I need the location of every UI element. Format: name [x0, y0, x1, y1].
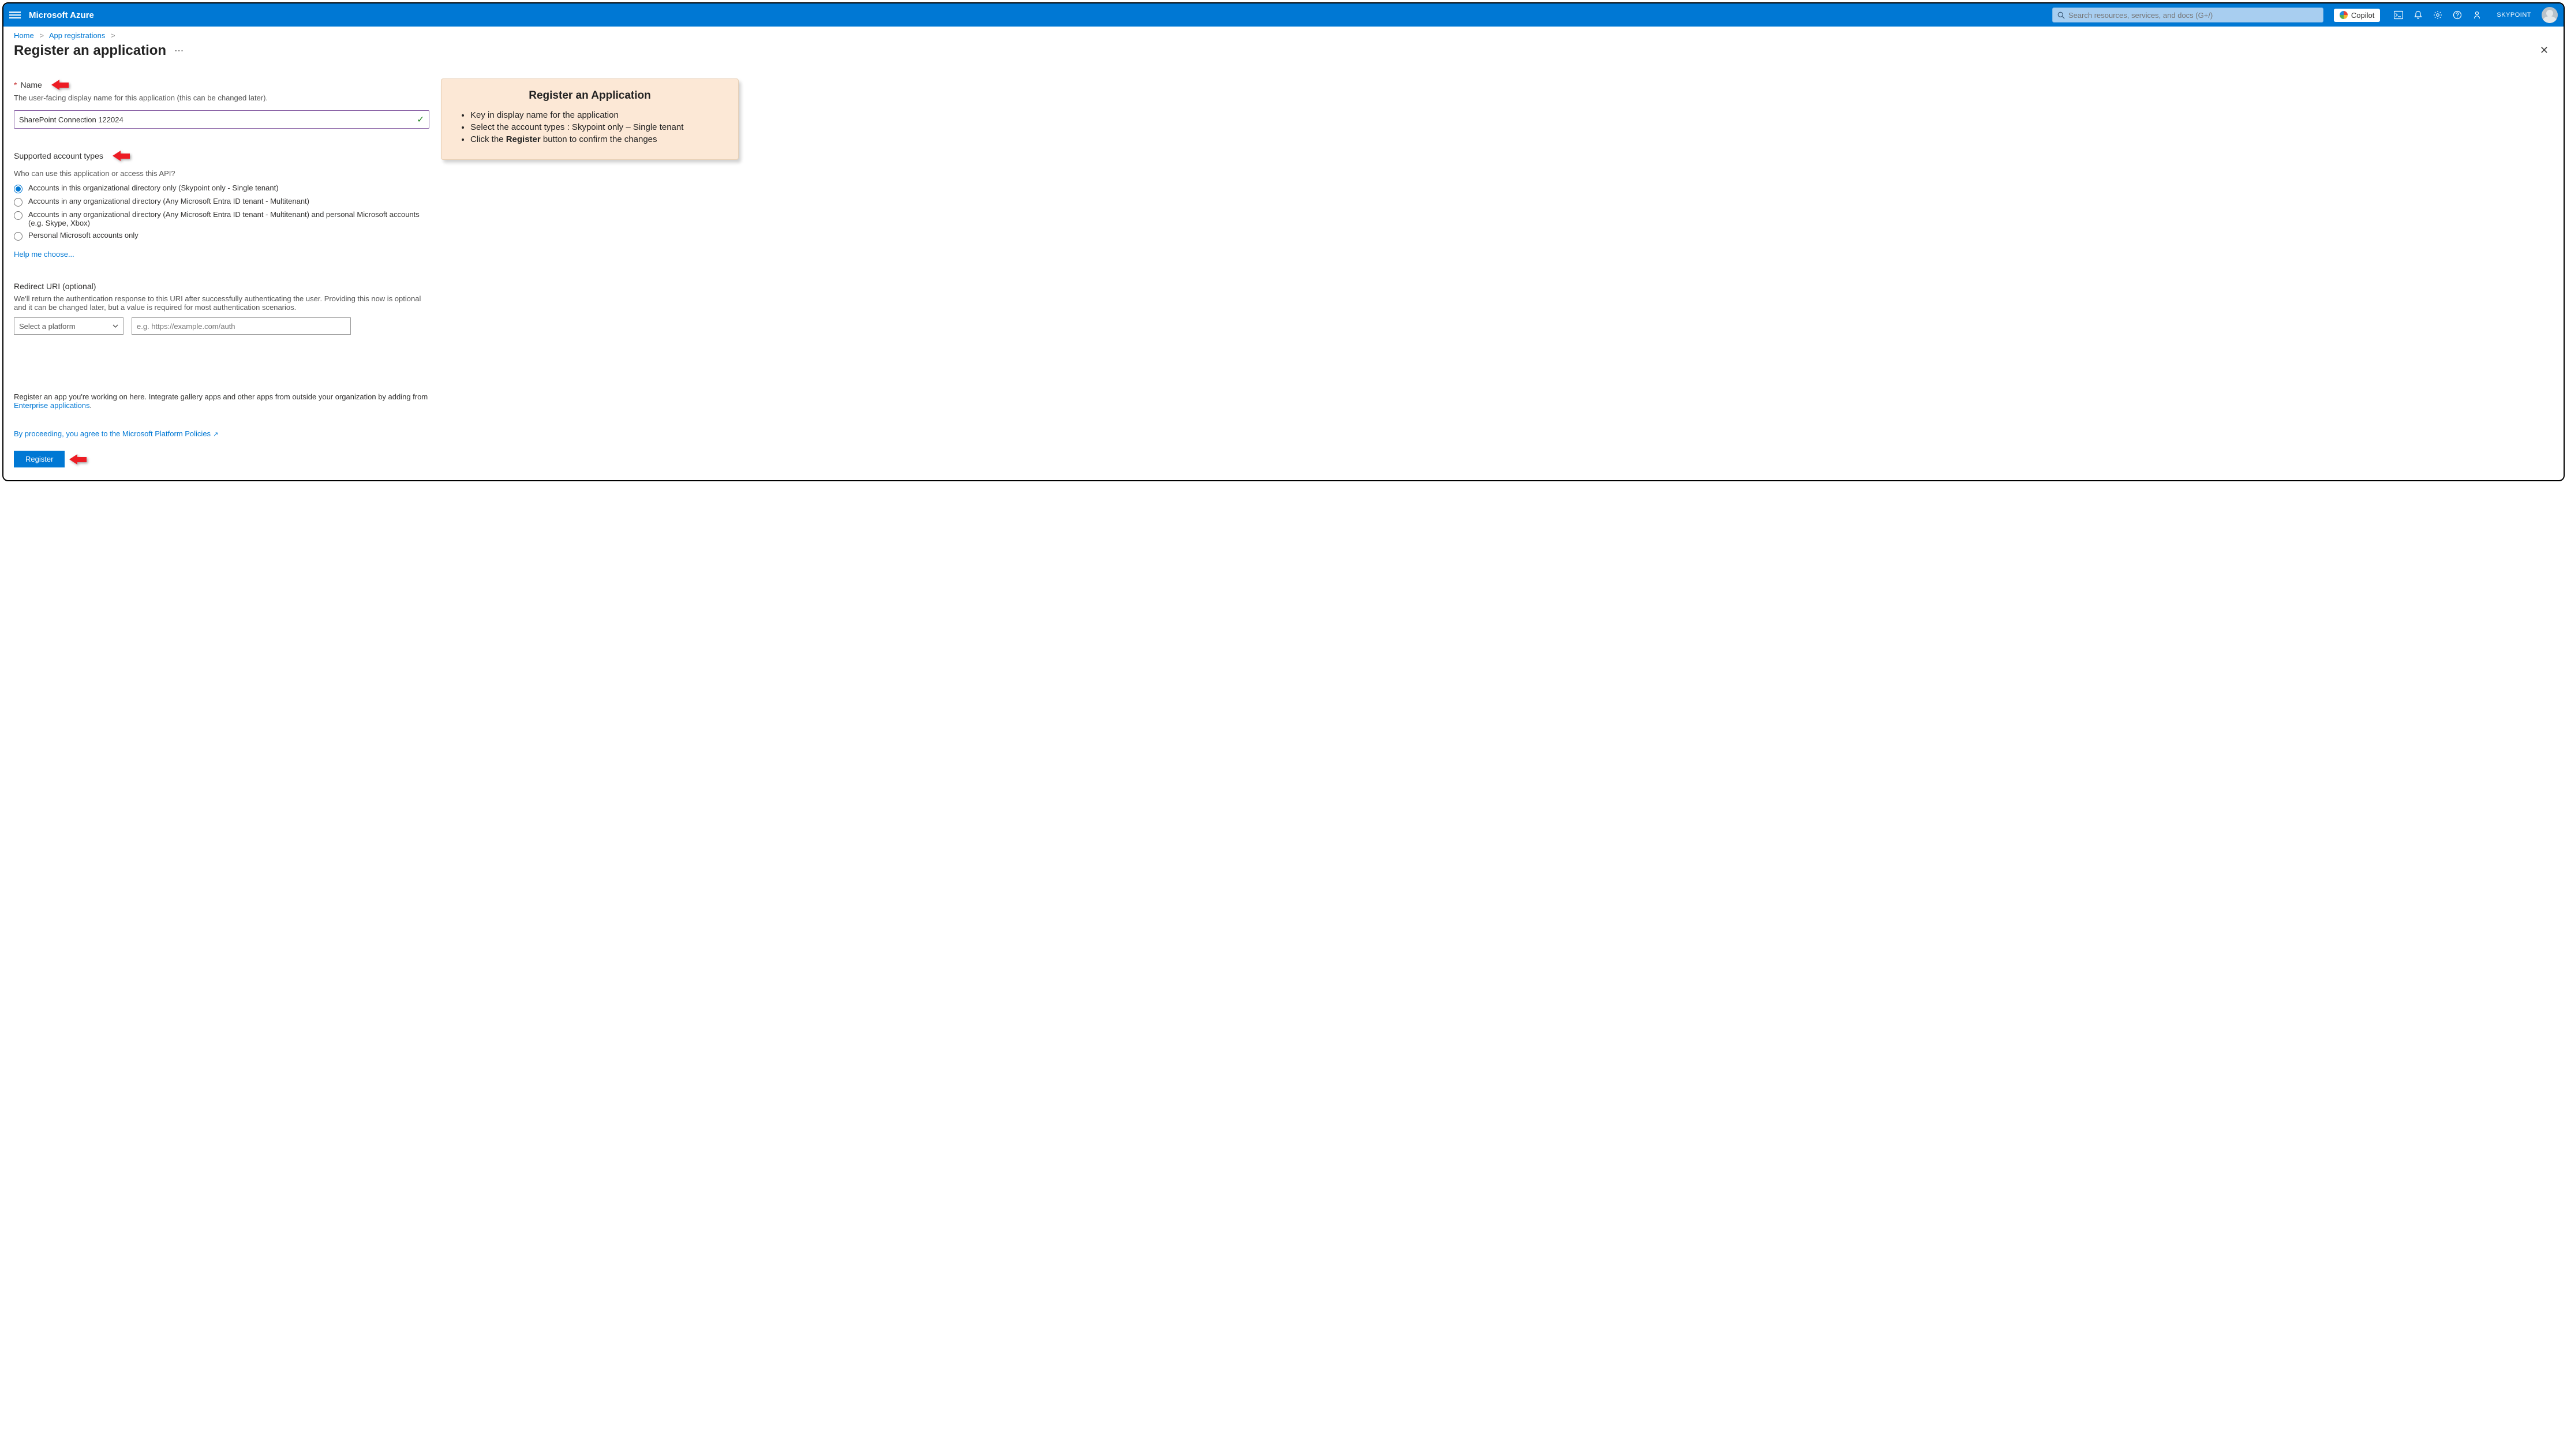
account-type-radio-personal-only[interactable]	[14, 232, 23, 241]
account-types-label: Supported account types	[14, 151, 441, 161]
close-blade-button[interactable]: ✕	[2535, 42, 2553, 59]
azure-topbar: Microsoft Azure Copilot SKYPOINT	[3, 3, 2564, 27]
cloud-shell-icon[interactable]	[2394, 10, 2403, 20]
annotation-arrow-icon	[51, 80, 69, 90]
external-link-icon: ↗	[213, 431, 218, 438]
redirect-uri-label: Redirect URI (optional)	[14, 282, 441, 291]
validation-check-icon: ✓	[417, 114, 424, 125]
feedback-icon[interactable]	[2472, 10, 2482, 20]
callout-item: Key in display name for the application	[470, 110, 723, 120]
hamburger-menu-icon[interactable]	[9, 12, 21, 18]
annotation-arrow-icon	[69, 454, 87, 465]
footer-note: Register an app you're working on here. …	[14, 392, 441, 410]
account-type-radio-multitenant-personal[interactable]	[14, 211, 23, 220]
callout-item: Click the Register button to confirm the…	[470, 134, 723, 144]
copilot-button[interactable]: Copilot	[2334, 9, 2380, 22]
search-input[interactable]	[2068, 11, 2318, 20]
redirect-uri-help: We'll return the authentication response…	[14, 294, 424, 312]
user-avatar[interactable]	[2542, 7, 2558, 23]
copilot-icon	[2340, 11, 2348, 19]
platform-select[interactable]: Select a platform	[14, 317, 124, 335]
more-actions-button[interactable]: ⋯	[174, 45, 185, 57]
account-type-label[interactable]: Personal Microsoft accounts only	[28, 231, 139, 239]
help-me-choose-link[interactable]: Help me choose...	[14, 250, 74, 259]
account-type-label[interactable]: Accounts in this organizational director…	[28, 184, 279, 192]
redirect-uri-input[interactable]	[132, 317, 351, 335]
brand-label[interactable]: Microsoft Azure	[29, 10, 94, 20]
name-field-label: * Name	[14, 80, 441, 90]
platform-policies-link[interactable]: By proceeding, you agree to the Microsof…	[14, 429, 218, 438]
chevron-down-icon	[113, 323, 118, 329]
account-types-help: Who can use this application or access t…	[14, 169, 441, 178]
required-asterisk: *	[14, 80, 17, 89]
breadcrumb-app-registrations[interactable]: App registrations	[49, 31, 106, 40]
settings-gear-icon[interactable]	[2433, 10, 2442, 20]
breadcrumb-home[interactable]: Home	[14, 31, 34, 40]
copilot-label: Copilot	[2351, 11, 2374, 20]
help-icon[interactable]	[2453, 10, 2462, 20]
instruction-callout: Register an Application Key in display n…	[441, 78, 739, 160]
app-name-input[interactable]	[19, 115, 417, 124]
enterprise-applications-link[interactable]: Enterprise applications	[14, 401, 90, 410]
annotation-arrow-icon	[113, 151, 130, 161]
breadcrumb-separator: >	[111, 31, 115, 40]
account-type-label[interactable]: Accounts in any organizational directory…	[28, 197, 309, 205]
account-type-radio-single-tenant[interactable]	[14, 185, 23, 193]
breadcrumb-separator: >	[39, 31, 44, 40]
register-button[interactable]: Register	[14, 451, 65, 467]
tenant-name: SKYPOINT	[2497, 12, 2531, 18]
breadcrumb: Home > App registrations >	[3, 27, 2564, 41]
name-input-wrap[interactable]: ✓	[14, 110, 429, 129]
callout-title: Register an Application	[456, 89, 723, 102]
account-types-radio-group: Accounts in this organizational director…	[14, 184, 441, 241]
name-help-text: The user-facing display name for this ap…	[14, 93, 441, 102]
account-type-label[interactable]: Accounts in any organizational directory…	[28, 210, 421, 227]
platform-select-value: Select a platform	[19, 322, 76, 331]
notifications-icon[interactable]	[2413, 10, 2423, 20]
page-title: Register an application	[14, 43, 166, 59]
global-search[interactable]	[2052, 8, 2323, 23]
search-icon	[2057, 12, 2065, 19]
callout-item: Select the account types : Skypoint only…	[470, 122, 723, 132]
account-type-radio-multitenant[interactable]	[14, 198, 23, 207]
